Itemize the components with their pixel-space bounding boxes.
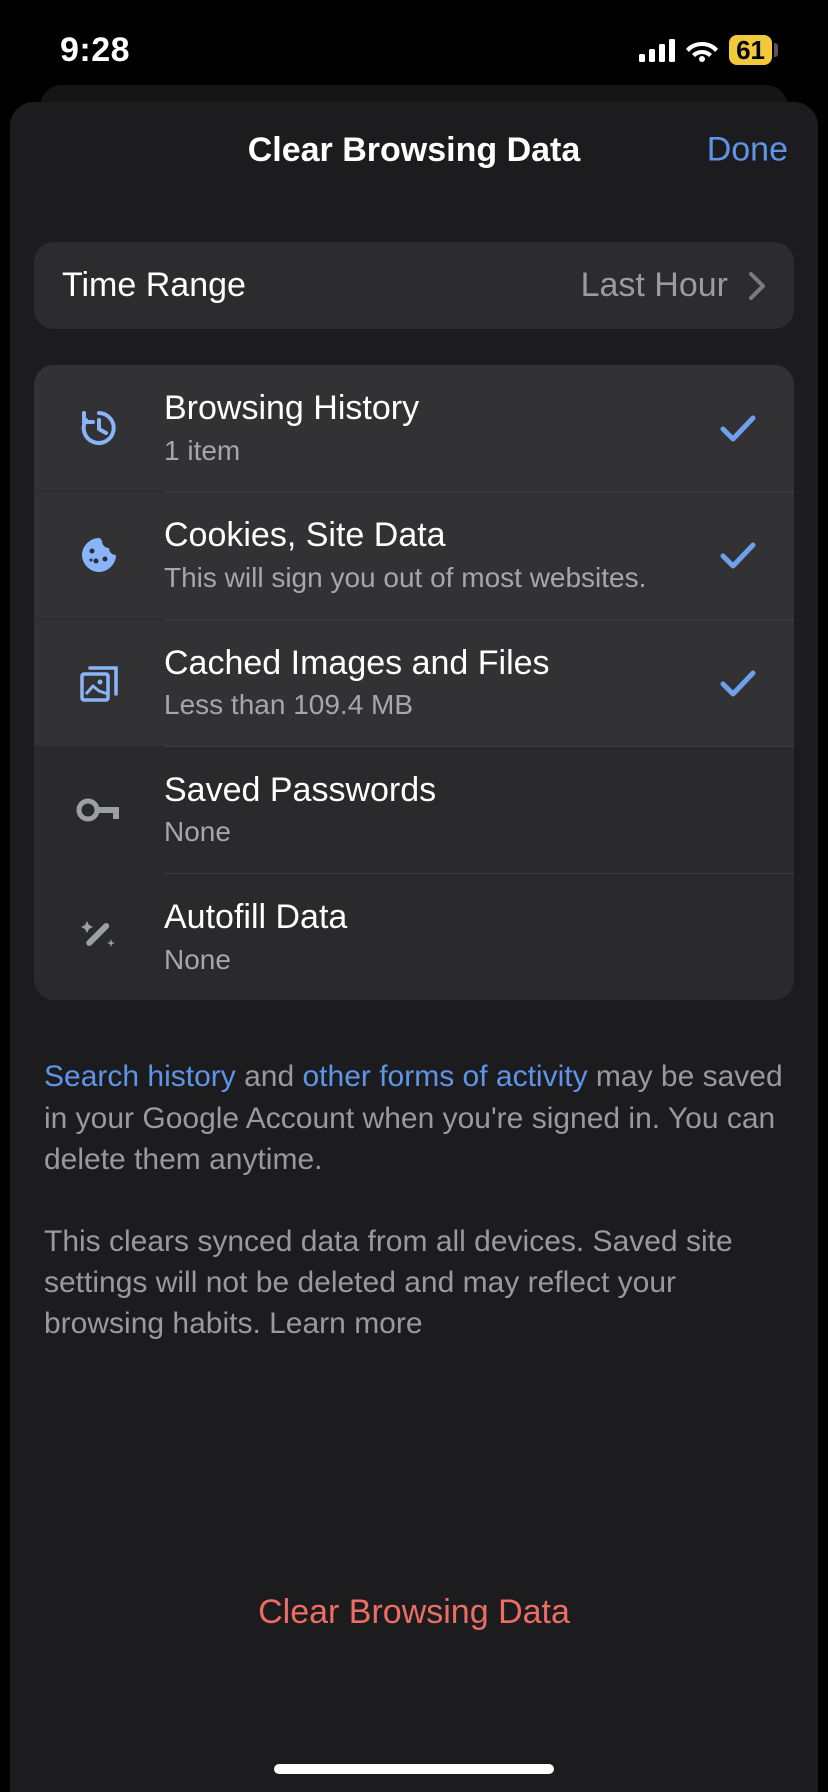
item-subtitle: 1 item — [164, 432, 710, 470]
item-cookies[interactable]: Cookies, Site Data This will sign you ou… — [34, 492, 794, 618]
sheet-content: Time Range Last Hour — [10, 198, 818, 1345]
checkmark-icon — [719, 413, 757, 443]
other-activity-link[interactable]: other forms of activity — [302, 1060, 587, 1093]
learn-more-link[interactable]: Learn more — [269, 1307, 422, 1340]
item-title: Saved Passwords — [164, 769, 710, 812]
modal-sheet: Clear Browsing Data Done Time Range Last… — [10, 102, 818, 1792]
battery-indicator: 61 — [729, 35, 778, 65]
time-range-label: Time Range — [62, 266, 246, 305]
wand-icon — [77, 915, 121, 959]
clear-browsing-data-button[interactable]: Clear Browsing Data — [10, 1593, 818, 1632]
wifi-icon — [685, 38, 719, 62]
item-browsing-history[interactable]: Browsing History 1 item — [34, 365, 794, 491]
item-subtitle: Less than 109.4 MB — [164, 686, 710, 724]
cookie-icon — [78, 534, 120, 576]
history-icon — [78, 407, 120, 449]
sheet-header: Clear Browsing Data Done — [10, 102, 818, 198]
item-autofill-data[interactable]: Autofill Data None — [34, 874, 794, 1000]
page-title: Clear Browsing Data — [248, 131, 581, 170]
status-indicators: 61 — [639, 35, 778, 65]
item-subtitle: This will sign you out of most websites. — [164, 559, 710, 597]
time-range-value: Last Hour — [581, 266, 728, 305]
status-time: 9:28 — [60, 31, 130, 70]
data-types-group: Browsing History 1 item — [34, 365, 794, 1000]
footer-note-1: Search history and other forms of activi… — [10, 1000, 818, 1180]
item-title: Cached Images and Files — [164, 642, 710, 685]
battery-percent: 61 — [736, 37, 765, 63]
key-icon — [76, 798, 122, 822]
checkmark-icon — [719, 668, 757, 698]
item-subtitle: None — [164, 813, 710, 851]
chevron-right-icon — [748, 271, 766, 301]
item-cached-images[interactable]: Cached Images and Files Less than 109.4 … — [34, 620, 794, 746]
time-range-group: Time Range Last Hour — [34, 242, 794, 329]
done-button[interactable]: Done — [707, 131, 788, 170]
home-indicator[interactable] — [274, 1764, 554, 1774]
images-icon — [77, 661, 121, 705]
item-title: Autofill Data — [164, 896, 710, 939]
item-title: Browsing History — [164, 387, 710, 430]
footer-note-2: This clears synced data from all devices… — [10, 1181, 818, 1345]
search-history-link[interactable]: Search history — [44, 1060, 236, 1093]
checkmark-icon — [719, 540, 757, 570]
item-saved-passwords[interactable]: Saved Passwords None — [34, 747, 794, 873]
item-title: Cookies, Site Data — [164, 514, 710, 557]
time-range-row[interactable]: Time Range Last Hour — [34, 242, 794, 329]
item-subtitle: None — [164, 941, 710, 979]
cellular-icon — [639, 38, 675, 62]
